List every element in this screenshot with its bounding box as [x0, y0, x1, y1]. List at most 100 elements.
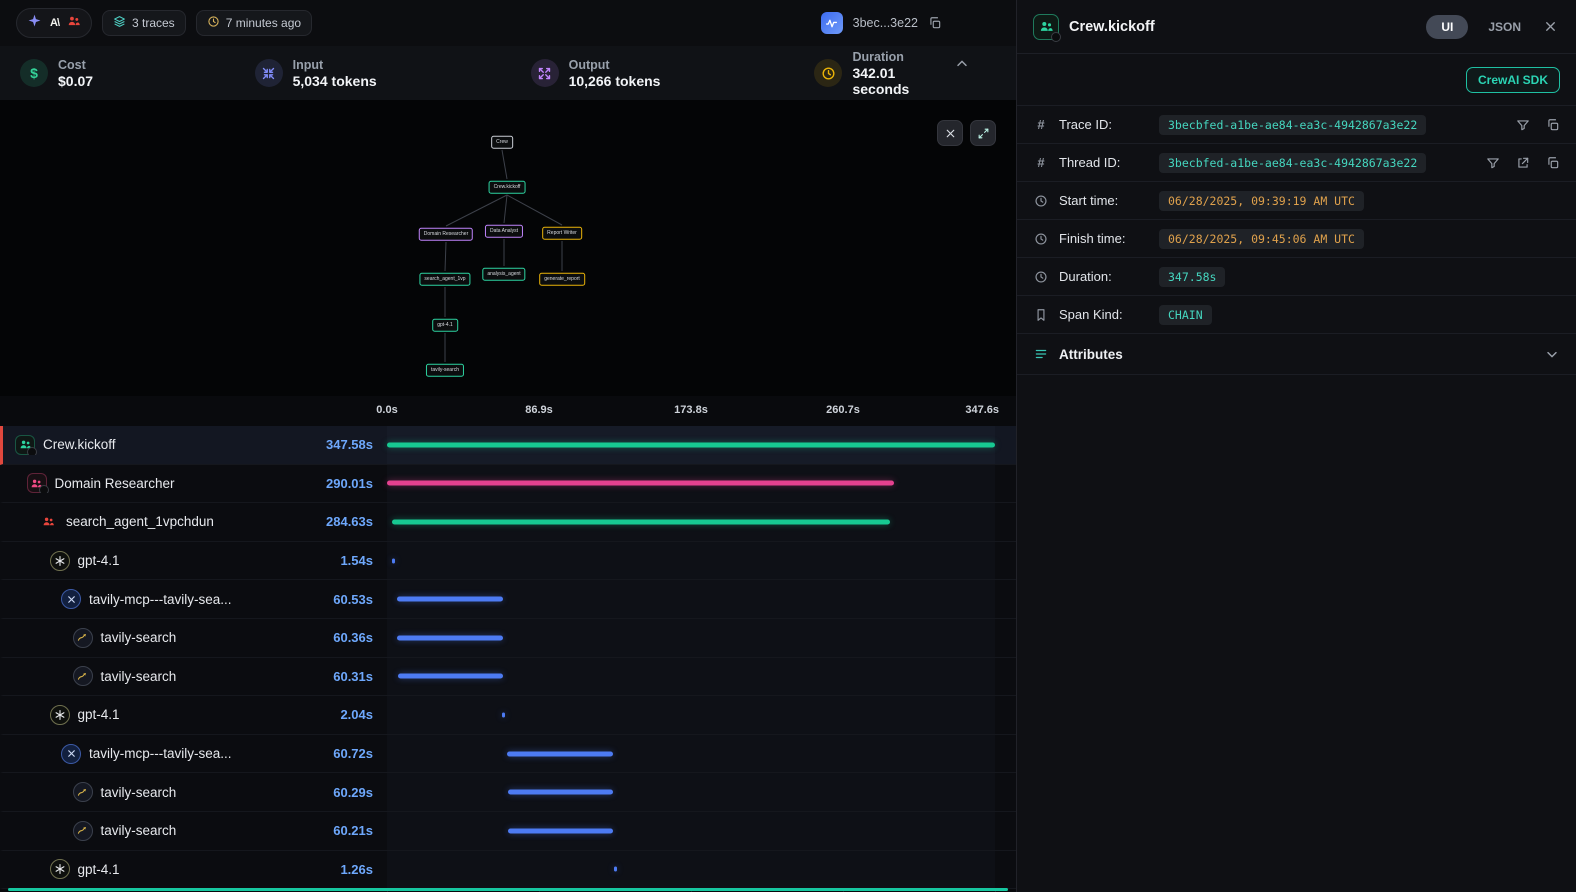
close-graph-button[interactable] [937, 120, 963, 146]
panel-header: Crew.kickoff UI JSON [1017, 0, 1576, 54]
stat-unit: tokens [332, 73, 377, 89]
waterfall-row[interactable]: tavily-mcp---tavily-sea...60.72s [0, 735, 1016, 774]
graph-node[interactable]: search_agent_1vp [419, 273, 470, 286]
panel-title: Crew.kickoff [1069, 19, 1155, 35]
span-name: Domain Researcher [55, 476, 175, 491]
external-link-icon[interactable] [1516, 156, 1530, 170]
tab-json[interactable]: JSON [1478, 15, 1531, 39]
graph-node[interactable]: gpt-4.1 [432, 319, 458, 332]
timeline-axis-row: 0.0s86.9s173.8s260.7s347.6s [0, 396, 1016, 426]
field-row-duration: Duration: 347.58s [1017, 258, 1576, 296]
finish-time-value: 06/28/2025, 09:45:06 AM UTC [1159, 229, 1364, 249]
span-duration: 1.26s [303, 862, 387, 877]
waterfall-row[interactable]: tavily-mcp---tavily-sea...60.53s [0, 580, 1016, 619]
span-track [387, 426, 995, 464]
span-name: Crew.kickoff [43, 437, 116, 452]
stat-value: 5,034 [293, 73, 328, 89]
copy-icon[interactable] [928, 16, 942, 30]
duration-clock-icon [814, 59, 842, 87]
graph-node[interactable]: Crew [491, 136, 513, 149]
attributes-header[interactable]: Attributes [1017, 334, 1576, 375]
filter-icon[interactable] [1516, 118, 1530, 132]
hash-icon: # [1033, 155, 1049, 170]
activity-button[interactable] [821, 12, 843, 34]
waterfall-row[interactable]: tavily-search60.31s [0, 658, 1016, 697]
stat-output: Output 10,266 tokens [531, 58, 815, 89]
span-name: tavily-mcp---tavily-sea... [89, 746, 232, 761]
start-time-value: 06/28/2025, 09:39:19 AM UTC [1159, 191, 1364, 211]
span-bar [614, 867, 617, 872]
graph-node[interactable]: Report Writer [542, 227, 582, 240]
graph-node[interactable]: tavily-search [426, 364, 464, 377]
waterfall-row[interactable]: tavily-search60.21s [0, 812, 1016, 851]
span-name: search_agent_1vpchdun [66, 514, 214, 529]
stat-duration: Duration 342.01 seconds [814, 50, 954, 97]
span-name: tavily-search [101, 669, 177, 684]
waterfall-row[interactable]: Domain Researcher290.01s [0, 465, 1016, 504]
span-kind-value: CHAIN [1159, 305, 1212, 325]
span-bar [508, 790, 613, 795]
copy-icon[interactable] [1546, 118, 1560, 132]
crewai-icon [15, 435, 35, 455]
span-bar [397, 635, 503, 640]
chevron-down-icon [1544, 346, 1560, 362]
span-duration: 60.53s [303, 592, 387, 607]
close-panel-button[interactable] [1541, 19, 1560, 34]
waterfall-row[interactable]: tavily-search60.36s [0, 619, 1016, 658]
axis-tick-label: 347.6s [965, 404, 999, 416]
field-label: Finish time: [1059, 231, 1149, 246]
graph-node[interactable]: analysis_agent [482, 268, 525, 281]
span-name: gpt-4.1 [78, 707, 120, 722]
span-track [387, 465, 995, 503]
field-label: Start time: [1059, 193, 1149, 208]
time-ago-badge: 7 minutes ago [196, 10, 312, 36]
app: A\ 3 traces 7 minutes ago 3bec...3e22 $ [0, 0, 1576, 892]
clock-icon [1033, 194, 1049, 208]
sparkle-icon [27, 13, 42, 33]
time-ago-label: 7 minutes ago [226, 16, 301, 30]
provider-logos[interactable]: A\ [16, 8, 92, 38]
field-row-trace-id: # Trace ID: 3becbfed-a1be-ae84-ea3c-4942… [1017, 106, 1576, 144]
graph-node[interactable]: Crew.kickoff [489, 181, 526, 194]
crewai-span-icon [1033, 14, 1059, 40]
traces-count-label: 3 traces [132, 16, 175, 30]
clock-icon [207, 15, 220, 31]
graph-node[interactable]: generate_report [539, 273, 585, 286]
filter-icon[interactable] [1486, 156, 1500, 170]
stat-unit: tokens [615, 73, 660, 89]
graph-controls [937, 120, 996, 146]
span-bar [508, 828, 613, 833]
stat-value: 342.01 [852, 65, 895, 81]
attributes-label: Attributes [1059, 347, 1123, 362]
axis-tick-label: 86.9s [525, 404, 553, 416]
waterfall-row[interactable]: search_agent_1vpchdun284.63s [0, 503, 1016, 542]
span-name: tavily-search [101, 785, 177, 800]
graph-node[interactable]: Data Analyst [485, 225, 523, 238]
expand-graph-button[interactable] [970, 120, 996, 146]
waterfall-row[interactable]: tavily-search60.29s [0, 773, 1016, 812]
route-icon [73, 628, 93, 648]
sdk-row: CrewAI SDK [1017, 54, 1576, 105]
timeline-axis: 0.0s86.9s173.8s260.7s347.6s [387, 396, 995, 426]
waterfall-body: Crew.kickoff347.58sDomain Researcher290.… [0, 426, 1016, 892]
span-track [387, 851, 995, 889]
horizontal-scrollbar[interactable] [8, 888, 1008, 891]
field-row-span-kind: Span Kind: CHAIN [1017, 296, 1576, 334]
waterfall-row[interactable]: gpt-4.12.04s [0, 696, 1016, 735]
span-duration: 60.21s [303, 823, 387, 838]
waterfall-row[interactable]: gpt-4.11.54s [0, 542, 1016, 581]
waterfall-row[interactable]: gpt-4.11.26s [0, 851, 1016, 890]
main-area: A\ 3 traces 7 minutes ago 3bec...3e22 $ [0, 0, 1016, 892]
tools-icon [61, 744, 81, 764]
graph-edge [502, 150, 507, 179]
tab-ui[interactable]: UI [1426, 15, 1468, 39]
traces-count-badge[interactable]: 3 traces [102, 10, 186, 36]
field-row-start-time: Start time: 06/28/2025, 09:39:19 AM UTC [1017, 182, 1576, 220]
waterfall-row[interactable]: Crew.kickoff347.58s [0, 426, 1016, 465]
collapse-chevron-icon[interactable] [954, 56, 970, 72]
copy-icon[interactable] [1546, 156, 1560, 170]
graph-edge [446, 195, 507, 226]
graph-node[interactable]: Domain Researcher [419, 228, 473, 241]
waterfall: 0.0s86.9s173.8s260.7s347.6s Crew.kickoff… [0, 396, 1016, 892]
trace-graph: Crew Crew.kickoff Domain Researcher Data An… [0, 100, 1016, 396]
